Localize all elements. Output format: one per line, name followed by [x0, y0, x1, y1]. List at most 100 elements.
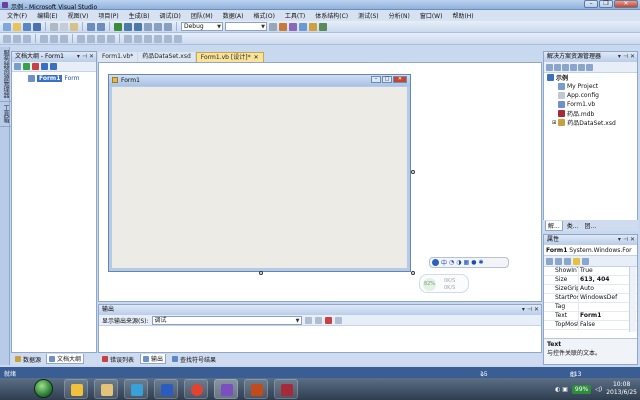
- resize-handle-bottom[interactable]: [259, 271, 263, 275]
- stop-icon[interactable]: [134, 22, 142, 31]
- step-out-icon[interactable]: [164, 22, 172, 31]
- menu-data[interactable]: 数据(A): [218, 11, 249, 20]
- word-wrap-icon[interactable]: [334, 316, 342, 324]
- taskbar-app-visual-studio[interactable]: [214, 379, 238, 399]
- redo-icon[interactable]: [97, 22, 105, 31]
- form1-client-area[interactable]: [112, 87, 407, 268]
- next-message-icon[interactable]: [314, 316, 322, 324]
- start-debug-icon[interactable]: [114, 22, 122, 31]
- properties-icon[interactable]: [289, 22, 297, 31]
- align-bottom-icon[interactable]: [60, 34, 68, 43]
- tab-document-outline[interactable]: 文档大纲: [46, 354, 85, 364]
- pause-icon[interactable]: [124, 22, 132, 31]
- menu-help[interactable]: 帮助(H): [447, 11, 478, 20]
- tab-dataset-xsd[interactable]: 药品DataSet.xsd: [138, 52, 195, 62]
- outline-item-form1[interactable]: Form1 Form: [28, 74, 96, 83]
- spacing-icon[interactable]: [134, 34, 142, 43]
- move-in-icon[interactable]: [41, 63, 48, 70]
- view-designer-icon[interactable]: [578, 63, 585, 71]
- refresh-icon[interactable]: [562, 63, 569, 71]
- menu-architecture[interactable]: 体系结构(C): [310, 11, 353, 20]
- menu-debug[interactable]: 调试(D): [155, 11, 186, 20]
- platform-combo[interactable]: ▼: [225, 22, 267, 31]
- volume-icon[interactable]: ◁): [595, 386, 602, 393]
- tab-data-sources[interactable]: 数据源: [13, 354, 43, 364]
- menu-tools[interactable]: 工具(T): [280, 11, 310, 20]
- property-row[interactable]: SizeGripStyAuto: [544, 285, 637, 294]
- panel-buttons[interactable]: ▾ ⊣ ✕: [522, 305, 539, 314]
- close-tab-icon[interactable]: ✕: [254, 54, 259, 61]
- panel-buttons[interactable]: ▾ ⊣ ✕: [618, 52, 635, 61]
- property-row[interactable]: Text Form1: [544, 312, 637, 321]
- show-all-files-icon[interactable]: [554, 63, 561, 71]
- move-down-icon[interactable]: [32, 63, 39, 70]
- find-icon[interactable]: [269, 22, 277, 31]
- toolbox-icon[interactable]: [309, 22, 317, 31]
- ime-toolbar[interactable]: 中 ◔ ◑ ▦ ● ✱: [429, 257, 509, 268]
- start-button[interactable]: [34, 379, 53, 398]
- same-height-icon[interactable]: [87, 34, 95, 43]
- tab-output[interactable]: 输出: [140, 354, 167, 364]
- solution-project[interactable]: 示例: [544, 73, 637, 82]
- start-page-icon[interactable]: [319, 22, 327, 31]
- taskbar-app-access[interactable]: [274, 379, 298, 399]
- taskbar-app-media[interactable]: [124, 379, 148, 399]
- copy-icon[interactable]: [60, 22, 68, 31]
- battery-indicator[interactable]: 99%: [571, 384, 592, 394]
- minimize-button[interactable]: –: [584, 0, 598, 8]
- expand-icon[interactable]: [14, 63, 21, 70]
- menu-format[interactable]: 格式(O): [249, 11, 280, 20]
- panel-buttons[interactable]: ▾ ⊣ ✕: [77, 52, 94, 61]
- open-icon[interactable]: [13, 22, 21, 31]
- clock[interactable]: 10:08 2013/6/25: [606, 381, 637, 397]
- spacing-icon[interactable]: [124, 34, 132, 43]
- tab-error-list[interactable]: 错误列表: [100, 354, 136, 364]
- tab-team[interactable]: 团...: [582, 221, 598, 231]
- menu-test[interactable]: 测试(S): [353, 11, 384, 20]
- save-all-icon[interactable]: [33, 22, 41, 31]
- properties-view-icon[interactable]: [564, 257, 571, 265]
- properties-icon[interactable]: [546, 63, 553, 71]
- solution-config-combo[interactable]: Debug ▼: [181, 22, 223, 31]
- snap-grid-icon[interactable]: [107, 34, 115, 43]
- step-over-icon[interactable]: [154, 22, 162, 31]
- toolbox-tab[interactable]: 工具箱: [0, 102, 11, 127]
- solution-item[interactable]: My Project: [544, 82, 637, 91]
- align-top-icon[interactable]: [40, 34, 48, 43]
- taskbar-app-ie[interactable]: [64, 379, 88, 399]
- taskbar-app-ppt[interactable]: [244, 379, 268, 399]
- property-row[interactable]: TopMost False: [544, 321, 637, 330]
- close-button[interactable]: ✕: [614, 0, 638, 8]
- paste-icon[interactable]: [70, 22, 78, 31]
- solution-item[interactable]: App.config: [544, 91, 637, 100]
- properties-scrollbar[interactable]: [629, 267, 636, 332]
- alphabetical-icon[interactable]: [555, 257, 562, 265]
- tab-find-symbol[interactable]: 查找符号结果: [170, 354, 218, 364]
- menu-window[interactable]: 窗口(W): [415, 11, 448, 20]
- taskbar-app-word[interactable]: [154, 379, 178, 399]
- menu-analyze[interactable]: 分析(N): [384, 11, 415, 20]
- step-into-icon[interactable]: [144, 22, 152, 31]
- align-left-icon[interactable]: [3, 34, 11, 43]
- move-up-icon[interactable]: [23, 63, 30, 70]
- property-row[interactable]: StartPositicWindowsDef: [544, 294, 637, 303]
- properties-object-combo[interactable]: Form1 System.Windows.For: [544, 245, 637, 256]
- align-center-icon[interactable]: [13, 34, 21, 43]
- same-width-icon[interactable]: [77, 34, 85, 43]
- menu-view[interactable]: 视图(V): [63, 11, 94, 20]
- taskbar-app-explorer[interactable]: [94, 379, 118, 399]
- bring-front-icon[interactable]: [164, 34, 172, 43]
- categorized-icon[interactable]: [546, 257, 553, 265]
- object-browser-icon[interactable]: [299, 22, 307, 31]
- property-row[interactable]: Tag: [544, 303, 637, 312]
- center-horizontal-icon[interactable]: [144, 34, 152, 43]
- menu-build[interactable]: 生成(B): [124, 11, 155, 20]
- clear-all-icon[interactable]: [324, 316, 332, 324]
- view-code-icon[interactable]: [570, 63, 577, 71]
- tab-form1-design[interactable]: Form1.vb [设计]* ✕: [195, 52, 264, 62]
- property-pages-icon[interactable]: [582, 257, 589, 265]
- send-back-icon[interactable]: [174, 34, 182, 43]
- solution-explorer-icon[interactable]: [279, 22, 287, 31]
- events-icon[interactable]: [573, 257, 580, 265]
- property-row[interactable]: ShowInTasTrue: [544, 267, 637, 276]
